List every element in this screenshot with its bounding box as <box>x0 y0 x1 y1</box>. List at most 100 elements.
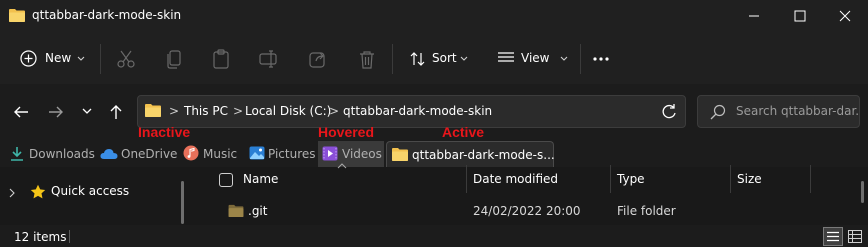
toolbar-divider <box>392 44 393 74</box>
sort-button[interactable]: Sort <box>404 46 474 72</box>
column-divider[interactable] <box>810 165 811 193</box>
refresh-button[interactable] <box>659 102 679 122</box>
column-header-size[interactable]: Size <box>737 172 762 186</box>
sort-indicator-icon <box>337 163 347 169</box>
file-type: File folder <box>617 204 676 218</box>
column-header-type[interactable]: Type <box>617 172 645 186</box>
select-all-checkbox[interactable] <box>219 173 233 187</box>
copy-button[interactable] <box>162 47 186 71</box>
tab-onedrive[interactable]: OneDrive <box>98 141 178 167</box>
refresh-icon <box>662 104 676 119</box>
share-button[interactable] <box>306 47 330 71</box>
search-icon <box>710 104 726 120</box>
file-name: .git <box>248 204 268 218</box>
recent-locations-button[interactable] <box>74 99 100 125</box>
sort-icon <box>410 52 425 66</box>
pictures-icon <box>249 146 265 160</box>
breadcrumb-separator: > <box>169 104 180 118</box>
arrow-left-icon <box>14 106 28 118</box>
tab-downloads[interactable]: Downloads <box>8 141 95 167</box>
toolbar-divider <box>580 44 581 74</box>
maximize-button[interactable] <box>777 0 823 32</box>
tab-label: OneDrive <box>121 147 178 161</box>
tiles-view-icon <box>848 230 862 243</box>
new-button-label: New <box>45 51 72 65</box>
chevron-down-icon <box>560 56 568 61</box>
annotation-active: Active <box>442 124 485 140</box>
tab-active-folder[interactable]: qttabbar-dark-mode-s... <box>386 141 555 167</box>
minimize-icon <box>749 15 759 17</box>
more-icon <box>593 57 609 61</box>
sidebar-item-label: Quick access <box>51 184 130 198</box>
view-button-label: View <box>521 51 550 65</box>
plus-circle-icon <box>20 50 37 67</box>
annotation-hovered: Hovered <box>318 124 375 140</box>
sort-button-label: Sort <box>432 51 457 65</box>
breadcrumb-separator: > <box>233 104 244 118</box>
column-divider[interactable] <box>730 165 731 193</box>
view-list-icon <box>498 52 514 62</box>
arrow-right-icon <box>49 106 63 118</box>
tab-label: Videos <box>342 147 382 161</box>
tab-videos[interactable]: Videos <box>318 141 384 167</box>
tab-music[interactable]: Music <box>182 141 242 167</box>
folder-icon <box>145 103 161 117</box>
column-divider[interactable] <box>466 165 467 193</box>
breadcrumb-local-disk[interactable]: Local Disk (C:) <box>245 104 331 118</box>
copy-icon <box>167 50 181 69</box>
folder-icon <box>9 8 25 22</box>
annotation-inactive: Inactive <box>138 124 191 140</box>
back-button[interactable] <box>8 99 34 125</box>
chevron-right-icon <box>9 188 15 198</box>
cut-button[interactable] <box>114 47 138 71</box>
videos-icon <box>322 146 338 161</box>
column-header-date-modified[interactable]: Date modified <box>473 172 558 186</box>
chevron-down-icon <box>77 56 85 61</box>
close-icon <box>839 10 851 22</box>
view-button[interactable]: View <box>494 46 576 72</box>
tab-pictures[interactable]: Pictures <box>248 141 316 167</box>
star-icon <box>30 184 46 199</box>
new-button[interactable]: New <box>14 46 90 72</box>
rename-button[interactable] <box>257 47 281 71</box>
cloud-icon <box>100 149 118 159</box>
toolbar-divider <box>100 44 101 74</box>
details-view-button[interactable] <box>823 227 843 246</box>
tiles-view-button[interactable] <box>846 228 864 245</box>
search-placeholder: Search qttabbar-dar... <box>736 104 860 118</box>
column-header-name[interactable]: Name <box>243 172 278 186</box>
chevron-down-icon <box>460 56 468 61</box>
delete-icon <box>360 51 374 69</box>
music-icon <box>183 145 199 161</box>
tab-label: Music <box>203 147 238 161</box>
breadcrumb-current-folder[interactable]: qttabbar-dark-mode-skin <box>343 104 492 118</box>
navigation-scrollbar[interactable] <box>181 181 184 224</box>
details-view-icon <box>827 231 839 242</box>
arrow-up-icon <box>110 105 122 119</box>
status-divider <box>69 230 70 243</box>
up-button[interactable] <box>103 99 129 125</box>
search-box[interactable]: Search qttabbar-dar... <box>697 95 860 128</box>
tab-label: Downloads <box>29 147 95 161</box>
forward-button[interactable] <box>43 99 69 125</box>
share-icon <box>309 52 325 68</box>
delete-button[interactable] <box>355 47 379 71</box>
tab-label: Pictures <box>268 147 316 161</box>
maximize-icon <box>794 10 806 22</box>
column-divider[interactable] <box>610 165 611 193</box>
file-list-scrollbar[interactable] <box>861 181 864 203</box>
minimize-button[interactable] <box>731 0 777 32</box>
rename-icon <box>259 50 277 68</box>
breadcrumb-this-pc[interactable]: This PC <box>184 104 228 118</box>
cut-icon <box>117 50 135 68</box>
close-button[interactable] <box>822 0 868 32</box>
sidebar-item-quick-access[interactable]: Quick access <box>8 183 178 203</box>
breadcrumb-separator: > <box>329 104 340 118</box>
file-date-modified: 24/02/2022 20:00 <box>473 204 581 218</box>
status-bar <box>0 225 868 247</box>
folder-icon <box>228 204 244 217</box>
more-options-button[interactable] <box>589 47 613 71</box>
folder-icon <box>392 148 408 161</box>
paste-icon <box>213 49 229 69</box>
paste-button[interactable] <box>209 47 233 71</box>
